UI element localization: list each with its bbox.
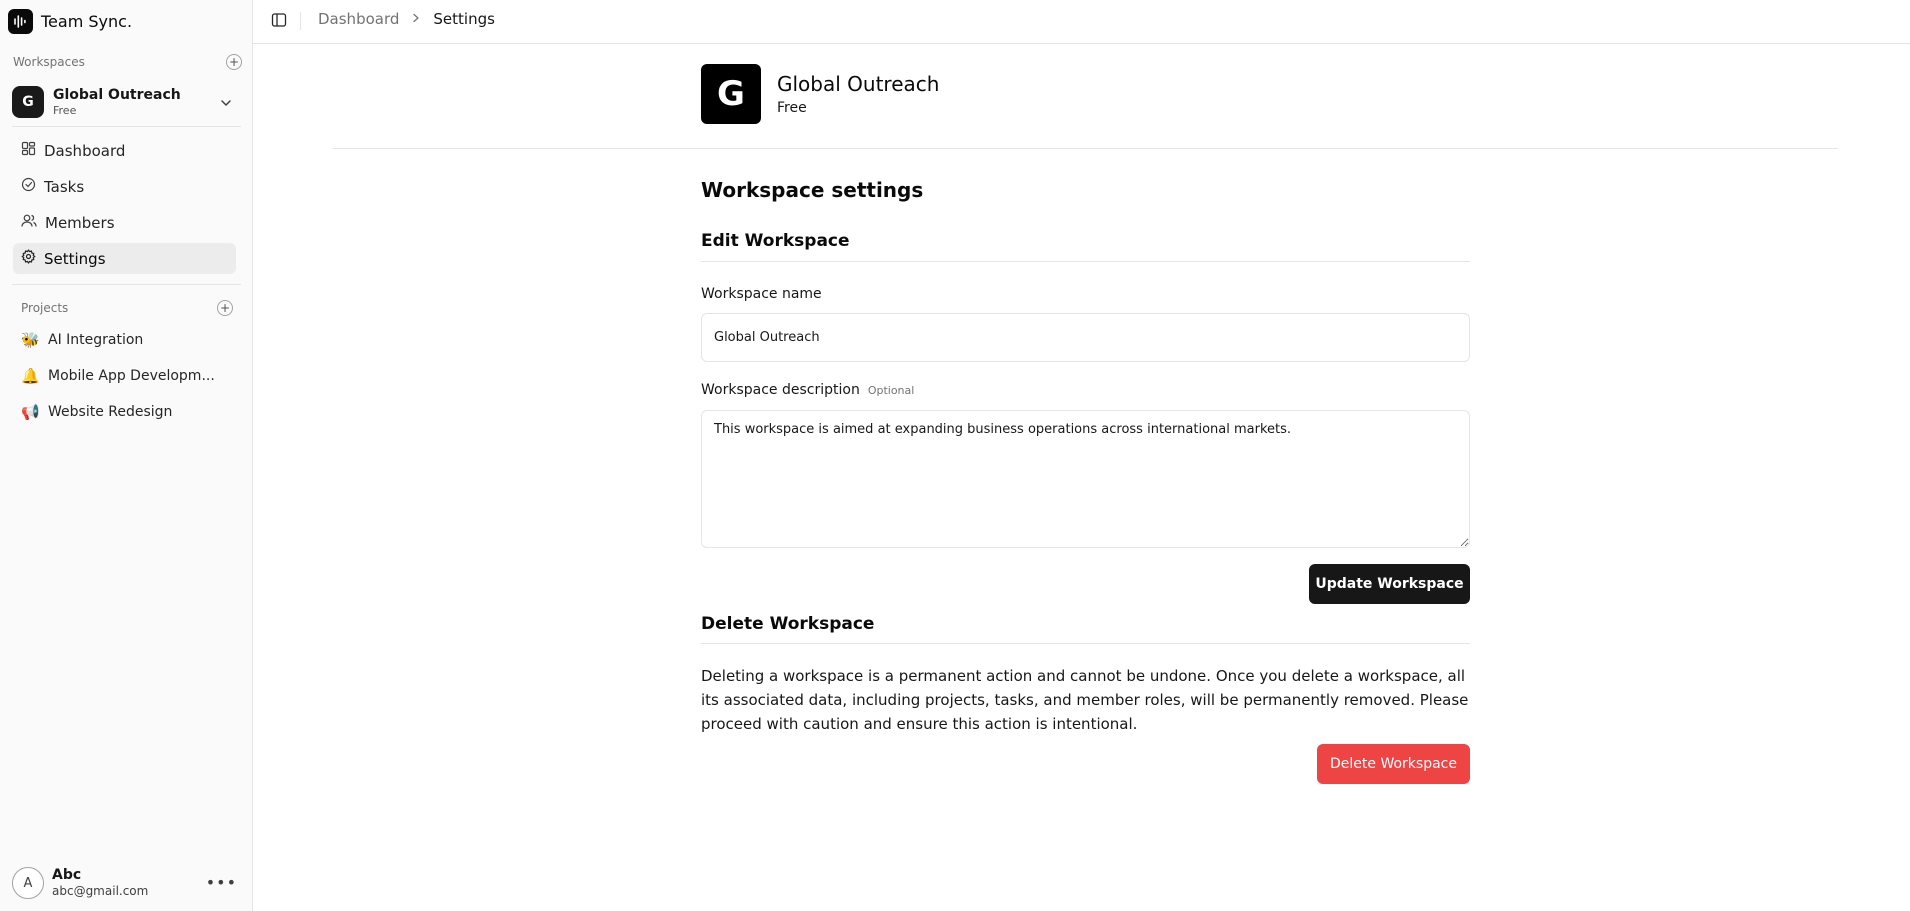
sidebar: Team Sync. Workspaces + G Global Outreac… [0, 0, 253, 911]
project-item-website-redesign[interactable]: 📢 Website Redesign [13, 396, 236, 427]
section-divider [701, 261, 1470, 262]
workspace-name-input[interactable] [701, 313, 1470, 362]
workspace-header: G Global Outreach Free [701, 64, 939, 124]
plus-icon: + [228, 55, 240, 69]
workspace-description-input[interactable]: This workspace is aimed at expanding bus… [701, 410, 1470, 548]
workspace-name-label: Workspace name [701, 286, 822, 302]
sidebar-divider [12, 284, 241, 285]
sidebar-toggle-icon[interactable] [271, 12, 287, 32]
optional-tag: Optional [867, 384, 915, 397]
workspace-name-label-text: Workspace name [701, 286, 822, 302]
page-title: Workspace settings [701, 178, 924, 202]
topbar: Dashboard Settings [253, 0, 1910, 44]
sidebar-item-dashboard[interactable]: Dashboard [13, 135, 236, 166]
workspace-plan: Free [53, 103, 77, 117]
project-label: Mobile App Developm... [48, 367, 215, 384]
update-workspace-button[interactable]: Update Workspace [1309, 564, 1470, 604]
plus-icon: + [219, 301, 231, 315]
bee-emoji-icon: 🐝 [21, 330, 40, 349]
project-item-mobile-app[interactable]: 🔔 Mobile App Developm... [13, 360, 236, 391]
delete-warning-text: Deleting a workspace is a permanent acti… [701, 667, 1469, 733]
users-icon [21, 213, 37, 232]
workspace-header-name: Global Outreach [777, 72, 940, 96]
workspaces-label: Workspaces [13, 55, 85, 69]
sidebar-divider [12, 126, 241, 127]
workspace-avatar: G [12, 86, 44, 118]
workspace-description-label-text: Workspace description [701, 382, 860, 398]
user-profile[interactable]: A Abc abc@gmail.com ••• [12, 865, 241, 901]
brand[interactable]: Team Sync. [8, 8, 132, 34]
project-label: Website Redesign [48, 403, 173, 420]
waveform-logo-icon [8, 8, 33, 34]
project-label: AI Integration [48, 331, 144, 348]
breadcrumb: Dashboard Settings [318, 10, 495, 28]
edit-workspace-title: Edit Workspace [701, 231, 850, 251]
breadcrumb-dashboard[interactable]: Dashboard [318, 10, 399, 28]
topbar-divider [300, 12, 301, 30]
workspace-header-plan: Free [777, 100, 807, 116]
chevron-right-icon [411, 11, 421, 27]
add-workspace-button[interactable]: + [226, 54, 242, 70]
delete-workspace-button[interactable]: Delete Workspace [1317, 744, 1470, 784]
add-project-button[interactable]: + [217, 300, 233, 316]
sidebar-item-tasks[interactable]: Tasks [13, 171, 236, 202]
more-options-icon[interactable]: ••• [206, 873, 237, 892]
workspace-name: Global Outreach [53, 86, 181, 103]
delete-workspace-title: Delete Workspace [701, 614, 875, 634]
sidebar-item-label: Members [45, 213, 115, 232]
bell-emoji-icon: 🔔 [21, 366, 40, 385]
check-circle-icon [21, 177, 36, 196]
chevron-down-icon [219, 95, 233, 114]
header-divider [333, 148, 1838, 149]
brand-name: Team Sync. [41, 11, 133, 31]
dashboard-icon [21, 141, 36, 160]
megaphone-emoji-icon: 📢 [21, 402, 40, 421]
workspace-header-avatar: G [701, 64, 761, 124]
workspace-description-label: Workspace description Optional [701, 382, 914, 398]
user-email: abc@gmail.com [52, 884, 149, 898]
sidebar-item-label: Dashboard [44, 141, 126, 160]
project-item-ai-integration[interactable]: 🐝 AI Integration [13, 324, 236, 355]
sidebar-item-label: Tasks [44, 177, 85, 196]
gear-icon [21, 249, 36, 268]
user-avatar: A [12, 867, 44, 899]
user-name: Abc [52, 867, 82, 883]
sidebar-item-label: Settings [44, 249, 106, 268]
projects-label: Projects [21, 301, 69, 315]
breadcrumb-settings: Settings [433, 10, 495, 28]
sidebar-item-settings[interactable]: Settings [13, 243, 236, 274]
workspace-switcher[interactable]: G Global Outreach Free [12, 83, 241, 121]
section-divider [701, 643, 1470, 644]
sidebar-item-members[interactable]: Members [13, 207, 236, 238]
